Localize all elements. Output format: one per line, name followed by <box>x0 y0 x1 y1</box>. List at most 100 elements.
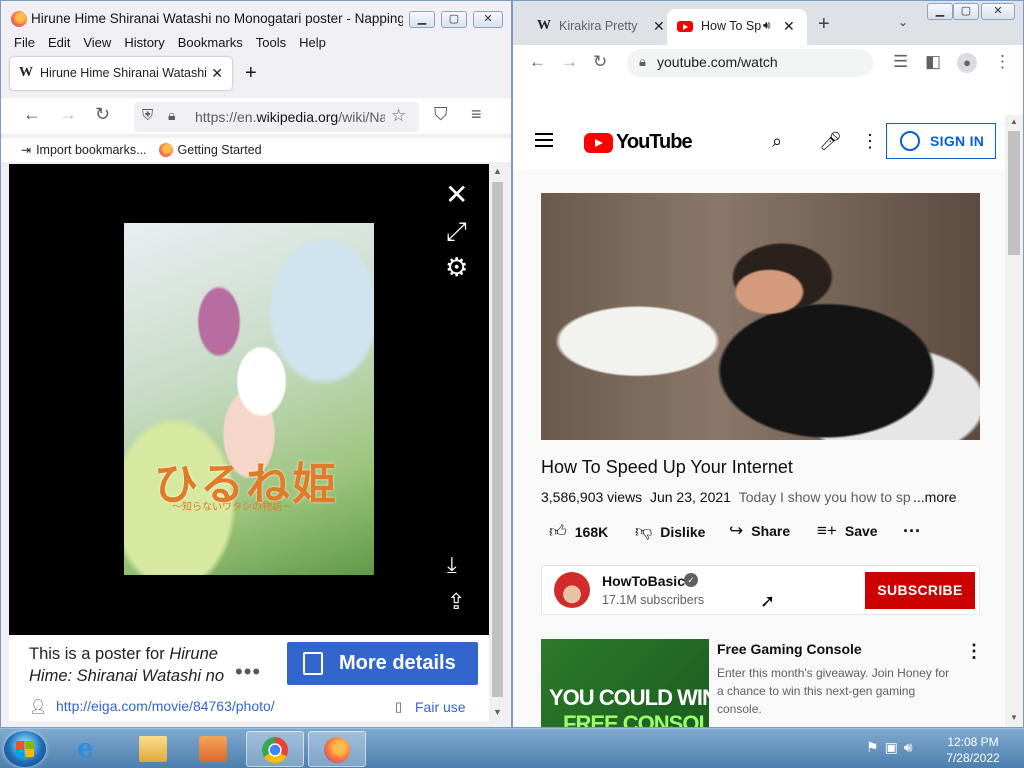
url-bar[interactable]: ⛨ 🔒︎ https://en.wikipedia.org/wiki/Nappi… <box>134 102 419 132</box>
minimize-button[interactable]: ▁ <box>927 3 953 20</box>
share-button[interactable]: ↪ Share <box>729 521 790 541</box>
chrome-menu-icon[interactable]: ⋮ <box>994 52 1011 72</box>
back-icon[interactable]: ← <box>23 104 41 125</box>
hamburger-menu-icon[interactable] <box>535 133 553 147</box>
clock-time: 12:08 PM <box>947 735 999 749</box>
taskbar-internet-explorer[interactable]: e <box>62 731 120 767</box>
menu-tools[interactable]: Tools <box>256 35 286 50</box>
search-icon[interactable]: ⌕ <box>772 131 782 152</box>
menu-help[interactable]: Help <box>299 35 326 50</box>
subscribe-button[interactable]: SUBSCRIBE <box>865 572 975 609</box>
side-panel-icon[interactable]: ◧ <box>925 52 941 72</box>
scroll-down-icon[interactable]: ▼ <box>493 707 502 717</box>
like-button[interactable]: 👍︎ 168K <box>549 521 608 542</box>
forward-icon[interactable]: → <box>59 104 77 125</box>
video-player[interactable] <box>541 193 980 440</box>
chrome-tab-youtube[interactable]: How To Sp 🔊︎ ✕ <box>667 9 807 45</box>
start-button[interactable] <box>4 731 46 767</box>
flag-icon[interactable]: ⚑ <box>866 739 885 755</box>
ad-thumb-text: FREE CONSOLE <box>563 711 709 727</box>
fair-use-link[interactable]: Fair use <box>415 699 466 715</box>
scroll-down-icon[interactable]: ▼ <box>1010 713 1018 722</box>
channel-avatar[interactable] <box>554 572 590 608</box>
caption-expand-icon[interactable]: ••• <box>235 659 261 685</box>
forward-icon[interactable]: → <box>561 52 578 72</box>
scrollbar-thumb[interactable] <box>1008 131 1020 255</box>
ad-more-icon[interactable]: ⋮ <box>965 641 983 662</box>
media-controls-icon[interactable]: ☰ <box>893 52 908 72</box>
share-icon[interactable]: ⇪ <box>447 589 465 615</box>
firefox-scrollbar[interactable]: ▲ ▼ <box>489 164 506 721</box>
volume-icon[interactable]: 🔊︎ <box>904 739 919 755</box>
ad-thumbnail[interactable]: YOU COULD WIN A FREE CONSOLE <box>541 639 709 727</box>
taskbar-chrome[interactable] <box>246 731 304 767</box>
channel-name[interactable]: HowToBasic <box>602 573 685 589</box>
lock-icon[interactable]: 🔒︎ <box>168 107 175 124</box>
fullscreen-icon[interactable]: ⤢ <box>446 216 467 248</box>
network-icon[interactable]: ▣ <box>885 739 904 755</box>
more-details-button[interactable]: More details <box>287 642 478 685</box>
more-actions-icon[interactable]: ··· <box>903 521 921 542</box>
download-icon[interactable]: ⤓ <box>447 552 457 578</box>
url-text: https://en.wikipedia.org/wiki/Napping_Pr… <box>195 109 385 125</box>
ad-title[interactable]: Free Gaming Console <box>717 641 862 657</box>
more-options-icon[interactable]: ⋮ <box>861 131 879 152</box>
youtube-logo[interactable]: YouTube <box>584 131 693 154</box>
bookmark-import[interactable]: Import bookmarks... <box>36 143 146 157</box>
new-tab-button[interactable]: + <box>818 13 830 36</box>
user-icon: 👤︎ <box>29 698 47 714</box>
scroll-up-icon[interactable]: ▲ <box>493 166 502 176</box>
youtube-play-icon <box>584 132 613 153</box>
taskbar-file-explorer[interactable] <box>124 731 182 767</box>
taskbar-clock[interactable]: 12:08 PM 7/28/2022 <box>936 734 1010 766</box>
new-tab-button[interactable]: + <box>245 62 257 85</box>
dislike-button[interactable]: 👎︎ Dislike <box>635 521 705 542</box>
save-button[interactable]: ≡+ Save <box>817 521 878 541</box>
pocket-icon[interactable]: ⛉ <box>434 104 448 125</box>
close-tab-icon[interactable]: ✕ <box>211 65 223 82</box>
shield-icon[interactable]: ⛨ <box>142 107 153 124</box>
menu-bookmarks[interactable]: Bookmarks <box>178 35 243 50</box>
tab-search-icon[interactable]: ⌄ <box>898 15 908 29</box>
minimize-button[interactable]: ▁ <box>409 11 435 28</box>
reload-icon[interactable]: ↻ <box>95 104 110 125</box>
close-button[interactable]: ✕ <box>473 11 503 28</box>
menu-view[interactable]: View <box>83 35 111 50</box>
close-tab-icon[interactable]: ✕ <box>653 18 665 35</box>
youtube-scrollbar[interactable]: ▲ ▼ <box>1005 115 1023 727</box>
menu-edit[interactable]: Edit <box>48 35 70 50</box>
chrome-tab-wikipedia[interactable]: W Kirakira Pretty ✕ <box>525 11 665 43</box>
show-more-link[interactable]: ...more <box>913 489 957 505</box>
scrollbar-thumb[interactable] <box>492 182 503 697</box>
omnibox[interactable]: 🔒︎ youtube.com/watch <box>627 49 873 77</box>
reload-icon[interactable]: ↻ <box>593 52 607 72</box>
close-tab-icon[interactable]: ✕ <box>783 18 795 35</box>
menu-history[interactable]: History <box>124 35 164 50</box>
microphone-icon[interactable]: 🎤︎ <box>819 131 842 152</box>
menu-icon[interactable]: ≡ <box>471 104 482 125</box>
menu-file[interactable]: File <box>14 35 35 50</box>
promoted-video[interactable]: YOU COULD WIN A FREE CONSOLE Free Gaming… <box>541 639 983 727</box>
back-icon[interactable]: ← <box>529 52 546 72</box>
scroll-up-icon[interactable]: ▲ <box>1010 117 1018 126</box>
video-meta[interactable]: 3,586,903 views Jun 23, 2021 Today I sho… <box>541 489 961 505</box>
maximize-button[interactable]: ▢ <box>953 3 979 20</box>
firefox-window-title: Hirune Hime Shiranai Watashi no Monogata… <box>31 11 403 26</box>
speaker-icon[interactable]: 🔊︎ <box>763 18 771 33</box>
close-button[interactable]: ✕ <box>981 3 1015 20</box>
profile-icon[interactable]: ● <box>957 53 977 73</box>
taskbar-firefox[interactable] <box>308 731 366 767</box>
taskbar-media-player[interactable] <box>184 731 242 767</box>
sign-in-button[interactable]: SIGN IN <box>886 123 996 159</box>
close-viewer-icon[interactable]: ✕ <box>445 178 468 211</box>
maximize-button[interactable]: ▢ <box>441 11 467 28</box>
bookmark-star-icon[interactable]: ☆ <box>391 106 406 126</box>
settings-gear-icon[interactable]: ⚙ <box>445 252 468 283</box>
chrome-window: ▁ ▢ ✕ W Kirakira Pretty ✕ How To Sp 🔊︎ ✕… <box>512 0 1024 728</box>
bookmark-getting-started[interactable]: Getting Started <box>178 143 262 157</box>
upload-date: Jun 23, 2021 <box>649 489 731 505</box>
page-top-spacer <box>513 81 1023 115</box>
firefox-tab-wikipedia[interactable]: W Hirune Hime Shiranai Watashi no Monoga… <box>10 57 232 90</box>
lock-icon[interactable]: 🔒︎ <box>639 54 646 70</box>
source-link[interactable]: http://eiga.com/movie/84763/photo/ <box>56 698 275 714</box>
